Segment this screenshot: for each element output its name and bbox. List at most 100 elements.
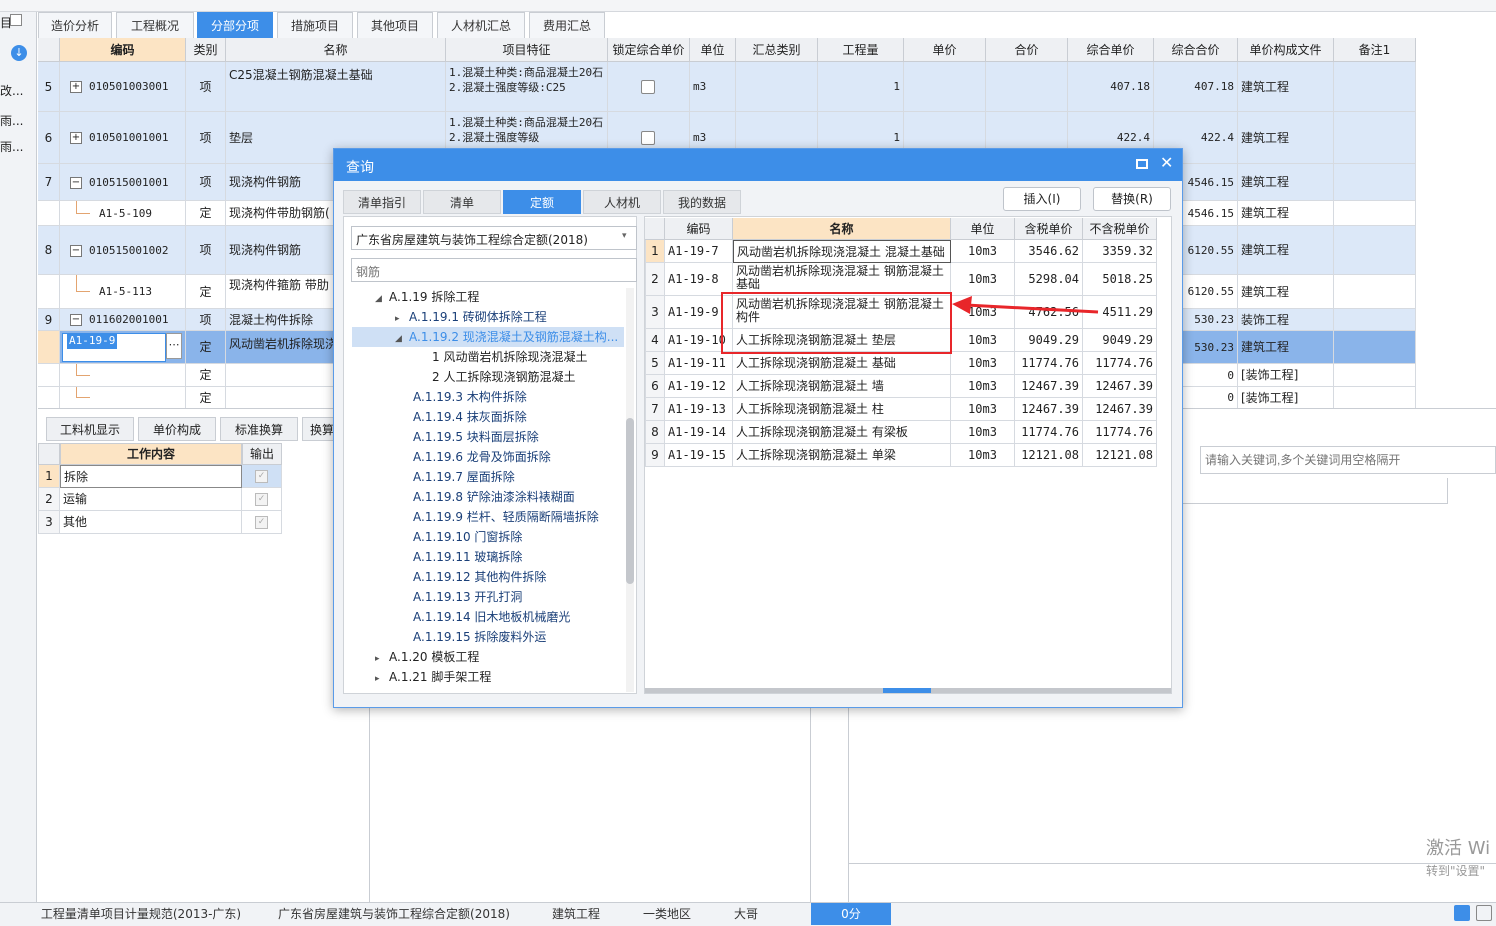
result-unit[interactable]: 10m3 [951, 263, 1015, 296]
row-type[interactable]: 项 [186, 62, 226, 112]
tab-price-composition[interactable]: 单价构成 [138, 417, 216, 441]
work-row-label[interactable]: 拆除 [60, 465, 242, 488]
collapse-icon[interactable] [10, 14, 22, 26]
result-unit[interactable]: 10m3 [951, 444, 1015, 467]
row-code[interactable] [60, 364, 186, 387]
row-file[interactable]: 建筑工程 [1238, 275, 1334, 309]
result-col-code[interactable]: 编码 [665, 218, 733, 240]
result-notax-price[interactable]: 9049.29 [1083, 329, 1157, 352]
expand-icon[interactable]: + [70, 132, 82, 144]
result-unit[interactable]: 10m3 [951, 329, 1015, 352]
insert-button[interactable]: 插入(I) [1003, 187, 1081, 211]
tree-node[interactable]: A.1.19.12 其他构件拆除 [413, 567, 546, 587]
result-col-tax[interactable]: 含税单价 [1015, 218, 1083, 240]
col-total[interactable]: 综合合价 [1154, 38, 1238, 62]
row-note[interactable] [1334, 331, 1416, 364]
row-total[interactable]: 407.18 [1154, 62, 1238, 112]
tree-node[interactable]: A.1.19.8 铲除油漆涂料裱糊面 [413, 487, 575, 507]
grid-view-icon[interactable] [1476, 905, 1492, 921]
collapse-icon[interactable]: − [70, 314, 82, 326]
tree-node[interactable]: A.1.19.10 门窗拆除 [413, 527, 522, 547]
lock-checkbox[interactable] [641, 80, 655, 94]
output-checkbox[interactable]: ✓ [255, 493, 268, 506]
result-notax-price[interactable]: 12121.08 [1083, 444, 1157, 467]
tree-node[interactable]: A.1.19.6 龙骨及饰面拆除 [413, 447, 551, 467]
result-tax-price[interactable]: 11774.76 [1015, 352, 1083, 375]
close-icon[interactable]: ✕ [1160, 153, 1173, 172]
row-type[interactable]: 定 [186, 275, 226, 309]
tree-node[interactable]: ◢ A.1.19.2 现浇混凝土及钢筋混凝土构... [352, 327, 624, 347]
row-feature[interactable]: 1.混凝土种类:商品混凝土20石 2.混凝土强度等级:C25 [446, 62, 608, 112]
tree-node[interactable]: ▸ A.1.20 模板工程 [375, 647, 479, 667]
result-notax-price[interactable]: 5018.25 [1083, 263, 1157, 296]
expand-icon[interactable]: + [70, 81, 82, 93]
result-tax-price[interactable]: 11774.76 [1015, 421, 1083, 444]
row-type[interactable]: 定 [186, 364, 226, 387]
tab-labor-display[interactable]: 工料机显示 [46, 417, 134, 441]
tab-project-overview[interactable]: 工程概况 [116, 12, 194, 38]
row-qty[interactable]: 1 [818, 62, 904, 112]
row-note[interactable] [1334, 387, 1416, 409]
row-summary[interactable] [736, 62, 818, 112]
col-price[interactable]: 单价 [904, 38, 986, 62]
tree-node[interactable]: A.1.19.4 抹灰面拆除 [413, 407, 527, 427]
row-file[interactable]: 装饰工程 [1238, 309, 1334, 331]
row-type[interactable]: 项 [186, 309, 226, 331]
row-file[interactable]: 建筑工程 [1238, 226, 1334, 275]
row-type[interactable]: 项 [186, 226, 226, 275]
col-code[interactable]: 编码 [60, 38, 186, 62]
download-icon[interactable]: ↓ [11, 45, 27, 61]
col-note[interactable]: 备注1 [1334, 38, 1416, 62]
tree-node[interactable]: A.1.19.3 木构件拆除 [413, 387, 527, 407]
row-note[interactable] [1334, 309, 1416, 331]
result-unit[interactable]: 10m3 [951, 421, 1015, 444]
result-unit[interactable]: 10m3 [951, 352, 1015, 375]
quota-select[interactable]: 广东省房屋建筑与装饰工程综合定额(2018) ▾ [351, 226, 637, 250]
sidebar-item[interactable]: 改... [0, 82, 23, 99]
col-lock[interactable]: 锁定综合单价 [608, 38, 690, 62]
result-code[interactable]: A1-19-7 [665, 240, 733, 263]
col-feature[interactable]: 项目特征 [446, 38, 608, 62]
result-tax-price[interactable]: 3546.62 [1015, 240, 1083, 263]
col-name[interactable]: 名称 [226, 38, 446, 62]
tree-node[interactable]: ◢ A.1.19 拆除工程 [375, 287, 479, 307]
result-tax-price[interactable]: 12121.08 [1015, 444, 1083, 467]
row-file[interactable]: 建筑工程 [1238, 112, 1334, 164]
row-type[interactable]: 项 [186, 112, 226, 164]
expand-arrow-icon[interactable]: ▸ [375, 669, 389, 689]
work-row-label[interactable]: 其他 [60, 511, 242, 534]
tab-materials[interactable]: 人材机 [583, 190, 661, 214]
tab-labor-material[interactable]: 人材机汇总 [437, 12, 525, 38]
tree-node[interactable]: ▸ A.1.21 脚手架工程 [375, 667, 491, 687]
tree-node[interactable]: A.1.19.11 玻璃拆除 [413, 547, 522, 567]
result-code[interactable]: A1-19-13 [665, 398, 733, 421]
tab-fee-summary[interactable]: 费用汇总 [529, 12, 605, 38]
tab-my-data[interactable]: 我的数据 [663, 190, 741, 214]
row-unit-price[interactable]: 407.18 [1068, 62, 1154, 112]
result-notax-price[interactable]: 3359.32 [1083, 240, 1157, 263]
tree-node[interactable]: A.1.19.9 栏杆、轻质隔断隔墙拆除 [413, 507, 599, 527]
row-type[interactable]: 定 [186, 387, 226, 409]
row-file[interactable]: 建筑工程 [1238, 62, 1334, 112]
col-unit-price[interactable]: 综合单价 [1068, 38, 1154, 62]
row-note[interactable] [1334, 226, 1416, 275]
result-name[interactable]: 人工拆除现浇钢筋混凝土 柱 [733, 398, 951, 421]
row-type[interactable]: 定 [186, 331, 226, 364]
row-note[interactable] [1334, 364, 1416, 387]
result-notax-price[interactable]: 11774.76 [1083, 421, 1157, 444]
tree-scrollbar-thumb[interactable] [626, 418, 634, 584]
tab-cost-analysis[interactable]: 造价分析 [38, 12, 112, 38]
result-tax-price[interactable]: 9049.29 [1015, 329, 1083, 352]
col-unit[interactable]: 单位 [690, 38, 736, 62]
row-lock[interactable] [608, 62, 690, 112]
tab-bill[interactable]: 清单 [423, 190, 501, 214]
lock-checkbox[interactable] [641, 131, 655, 145]
collapse-arrow-icon[interactable]: ◢ [375, 289, 389, 309]
keyword-search-input[interactable] [1200, 446, 1496, 474]
tree-node[interactable]: A.1.19.14 旧木地板机械磨光 [413, 607, 570, 627]
row-note[interactable] [1334, 112, 1416, 164]
output-checkbox-cell[interactable]: ✓ [242, 488, 282, 511]
output-checkbox[interactable]: ✓ [255, 470, 268, 483]
row-file[interactable]: 建筑工程 [1238, 331, 1334, 364]
status-score[interactable]: 0分 [811, 903, 891, 925]
